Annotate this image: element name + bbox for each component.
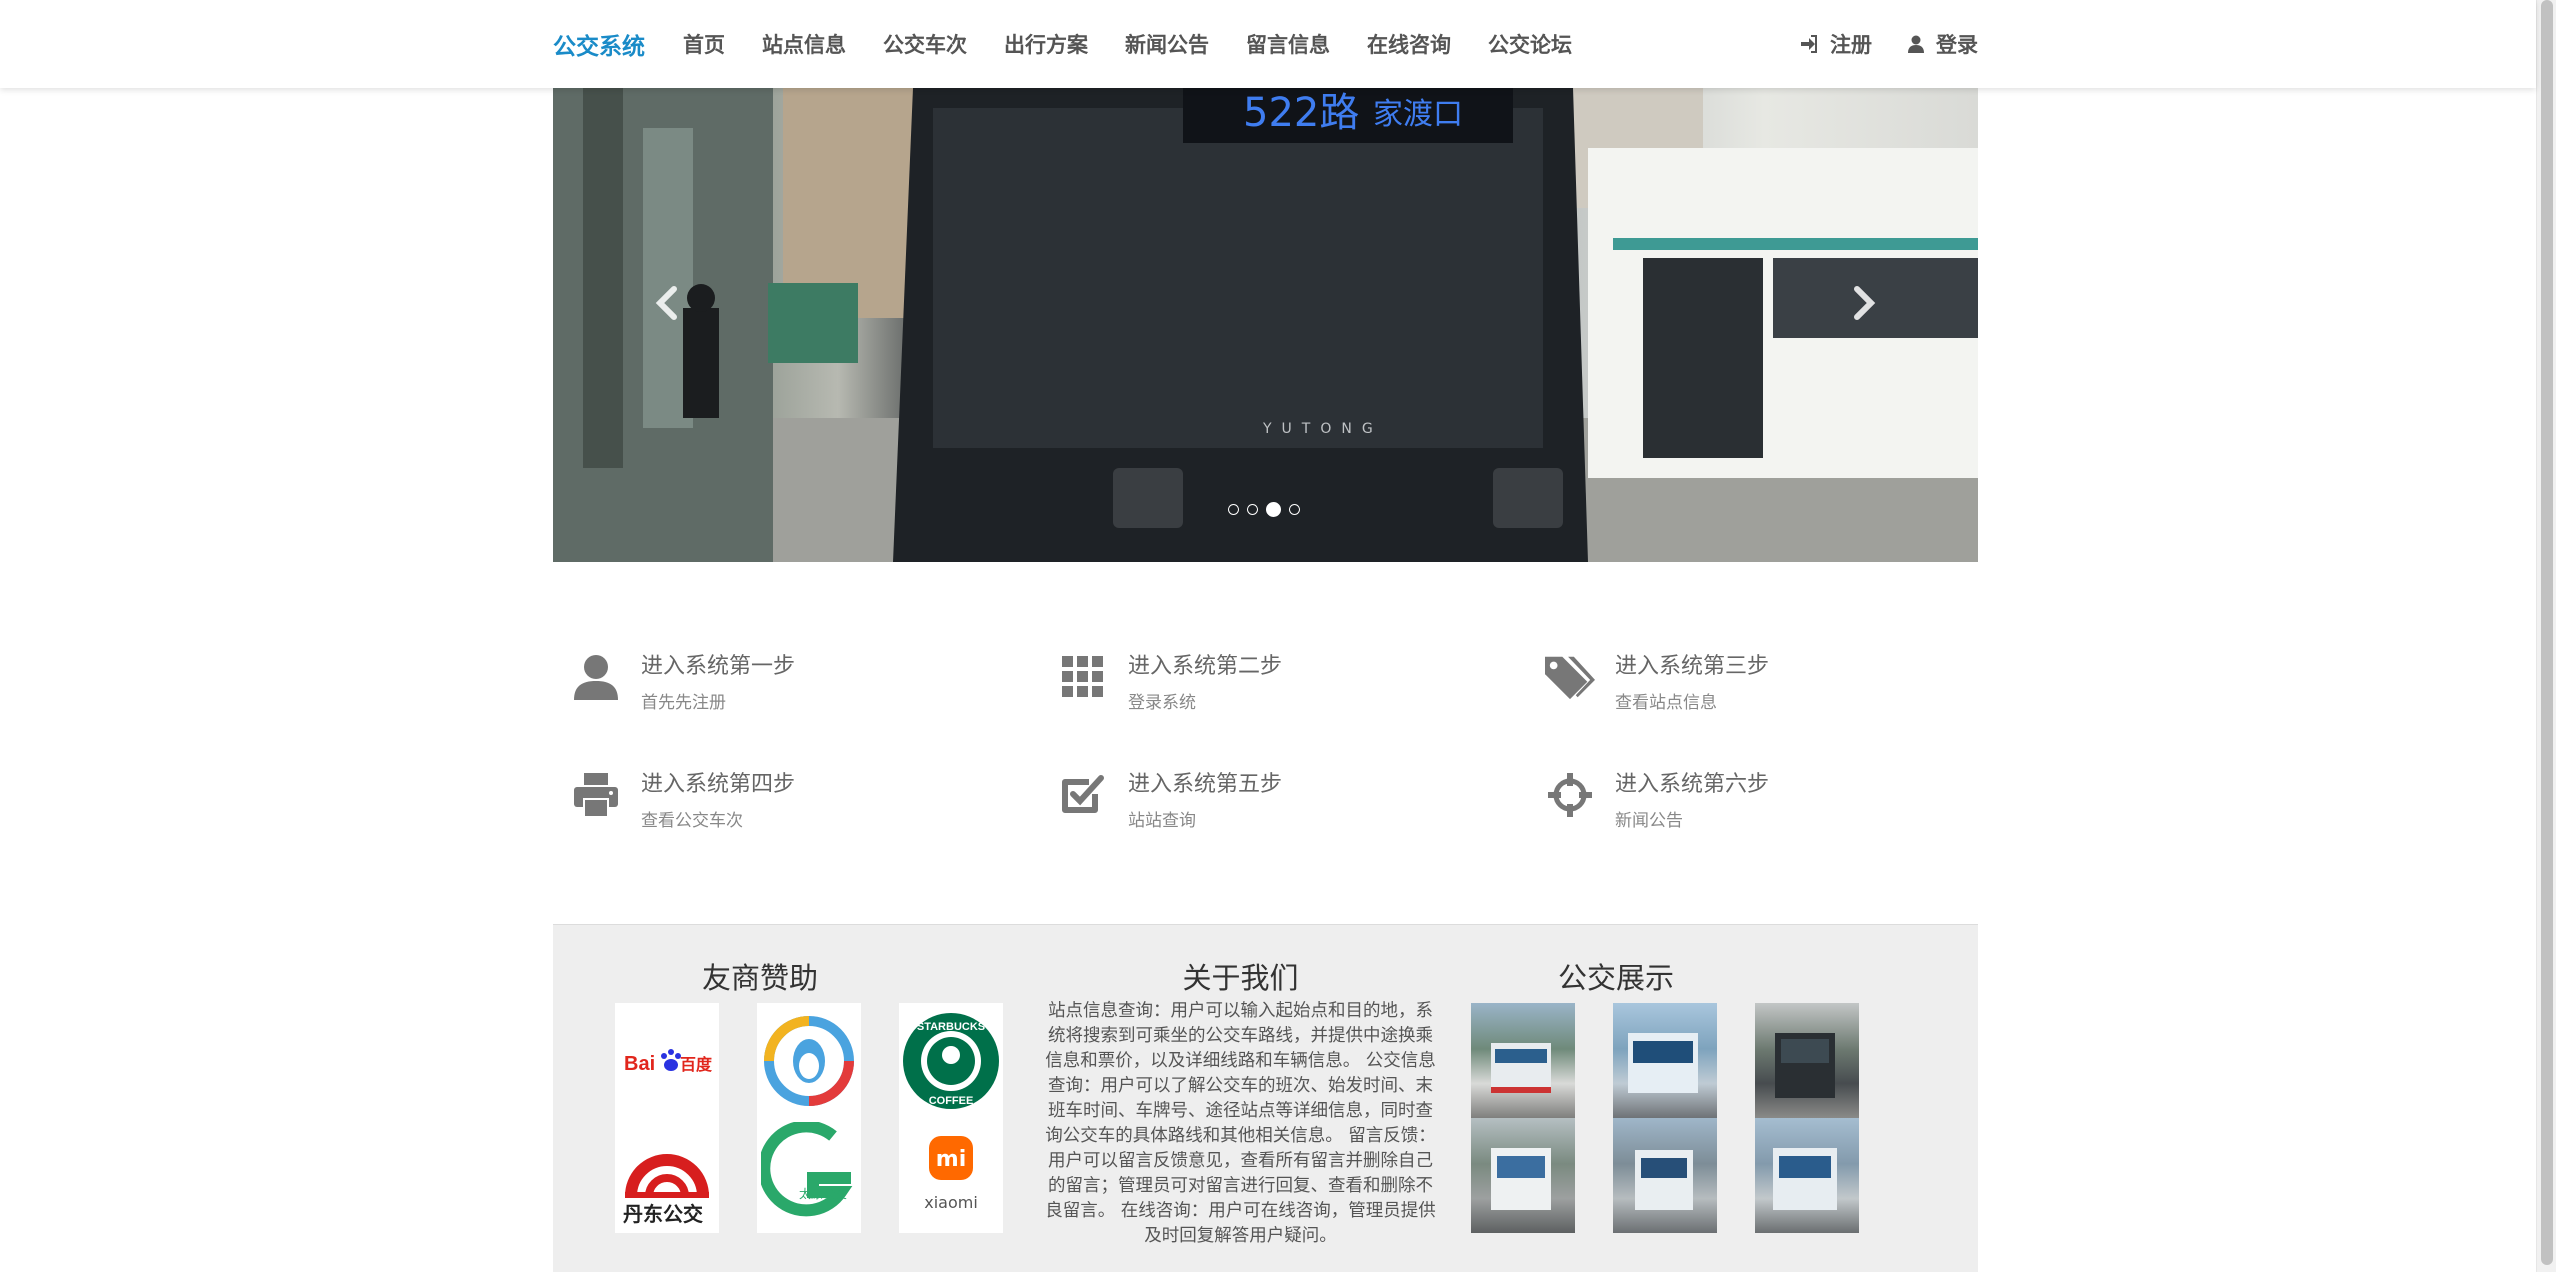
step-2-title: 进入系统第二步 <box>1128 654 1283 679</box>
showcase-thumbnail[interactable] <box>1471 1003 1575 1118</box>
login-link[interactable]: 登录 <box>1908 29 1978 59</box>
bus-sign-number: 522路 <box>1243 90 1359 136</box>
step-5-title: 进入系统第五步 <box>1128 772 1283 797</box>
carousel-indicator-dot[interactable] <box>1266 502 1281 517</box>
svg-text:Bai: Bai <box>624 1053 655 1075</box>
user-icon <box>1908 35 1924 53</box>
register-link[interactable]: 注册 <box>1800 29 1872 59</box>
nav-bus-trips[interactable]: 公交车次 <box>883 29 967 59</box>
bus-brand-text: YUTONG <box>1262 421 1383 437</box>
top-navbar: 公交系统 首页 站点信息 公交车次 出行方案 新闻公告 留言信息 在线咨询 公交… <box>0 0 2536 88</box>
step-2-sub: 登录系统 <box>1128 693 1196 713</box>
step-4[interactable]: 进入系统第四步 查看公交车次 <box>571 766 991 831</box>
step-2[interactable]: 进入系统第二步 登录系统 <box>1058 648 1478 713</box>
step-6-title: 进入系统第六步 <box>1615 772 1770 797</box>
navbar-inner: 公交系统 首页 站点信息 公交车次 出行方案 新闻公告 留言信息 在线咨询 公交… <box>553 0 1978 88</box>
page-scrollbar[interactable] <box>2536 0 2556 1272</box>
step-3[interactable]: 进入系统第三步 查看站点信息 <box>1545 648 1965 713</box>
checkbox-icon <box>1062 775 1104 813</box>
dandong-bus-logo[interactable]: 丹东公交 <box>615 1118 719 1233</box>
carousel-prev-icon[interactable] <box>648 283 688 323</box>
qq-logo[interactable] <box>757 1003 861 1118</box>
nav-news[interactable]: 新闻公告 <box>1125 29 1209 59</box>
showcase-thumbnail[interactable] <box>1613 1118 1717 1233</box>
showcase-title: 公交展示 <box>1557 961 1674 995</box>
user-icon <box>574 655 618 700</box>
step-1-sub: 首先先注册 <box>641 693 726 713</box>
nav-stations[interactable]: 站点信息 <box>762 29 846 59</box>
sponsor-column-3: STARBUCKS COFFEE mi xiaomi <box>899 1003 1003 1233</box>
step-4-title: 进入系统第四步 <box>641 772 796 797</box>
svg-text:丹东公交: 丹东公交 <box>623 1202 703 1226</box>
step-3-title: 进入系统第三步 <box>1615 654 1770 679</box>
showcase-thumbnail[interactable] <box>1471 1118 1575 1233</box>
taiyuan-bus-logo[interactable]: 太原公交 <box>757 1118 861 1233</box>
bus-sign-destination: 家渡口 <box>1373 97 1463 132</box>
step-5-sub: 站站查询 <box>1128 811 1196 831</box>
showcase-thumbnail[interactable] <box>1613 1003 1717 1118</box>
starbucks-logo[interactable]: STARBUCKS COFFEE <box>899 1003 1003 1118</box>
register-label: 注册 <box>1830 33 1872 57</box>
step-1-title: 进入系统第一步 <box>641 654 796 679</box>
step-6-sub: 新闻公告 <box>1615 811 1683 831</box>
tags-icon <box>1545 656 1595 700</box>
svg-text:xiaomi: xiaomi <box>924 1193 978 1212</box>
printer-icon <box>574 773 618 817</box>
step-4-sub: 查看公交车次 <box>641 811 743 831</box>
brand-link[interactable]: 公交系统 <box>553 27 645 61</box>
svg-text:STARBUCKS: STARBUCKS <box>917 1021 985 1033</box>
hero-carousel[interactable]: 522路 家渡口 YUTONG <box>553 88 1978 562</box>
carousel-indicator-dot[interactable] <box>1289 504 1300 515</box>
showcase-thumbnail[interactable] <box>1755 1003 1859 1118</box>
footer: 友商赞助 关于我们 公交展示 Bai 百度 丹东公交 太原公交 STARBUCK… <box>553 924 1978 1272</box>
login-label: 登录 <box>1936 33 1978 57</box>
svg-text:太原公交: 太原公交 <box>799 1186 847 1201</box>
carousel-indicator-dot[interactable] <box>1228 504 1239 515</box>
about-text: 站点信息查询：用户可以输入起始点和目的地，系统将搜索到可乘坐的公交车路线，并提供… <box>1045 1001 1436 1246</box>
showcase-thumbnail[interactable] <box>1755 1118 1859 1233</box>
sign-in-icon <box>1801 35 1817 53</box>
step-3-sub: 查看站点信息 <box>1615 693 1717 713</box>
nav-consult[interactable]: 在线咨询 <box>1367 29 1451 59</box>
carousel-indicator-dot[interactable] <box>1247 504 1258 515</box>
nav-messages[interactable]: 留言信息 <box>1246 29 1330 59</box>
crosshairs-icon <box>1548 773 1592 817</box>
carousel-indicators <box>1228 502 1308 517</box>
steps-section: 进入系统第一步 首先先注册 进入系统第二步 登录系统 进入系统第三步 查看站点信… <box>553 640 1978 840</box>
step-5[interactable]: 进入系统第五步 站站查询 <box>1058 766 1478 831</box>
grid-icon <box>1062 656 1103 697</box>
xiaomi-logo[interactable]: mi xiaomi <box>899 1118 1003 1233</box>
carousel-image: 522路 家渡口 YUTONG <box>553 88 1978 562</box>
sponsors-title: 友商赞助 <box>701 961 818 995</box>
svg-text:COFFEE: COFFEE <box>929 1095 974 1107</box>
carousel-next-icon[interactable] <box>1843 283 1883 323</box>
sponsor-column-1: Bai 百度 丹东公交 <box>615 1003 719 1233</box>
sponsor-column-2: 太原公交 <box>757 1003 861 1233</box>
nav-home[interactable]: 首页 <box>683 29 725 59</box>
nav-forum[interactable]: 公交论坛 <box>1488 29 1572 59</box>
scrollbar-thumb[interactable] <box>2541 0 2553 1265</box>
svg-text:mi: mi <box>936 1147 966 1172</box>
step-1[interactable]: 进入系统第一步 首先先注册 <box>571 648 991 713</box>
about-title: 关于我们 <box>1182 961 1299 995</box>
nav-travel-plan[interactable]: 出行方案 <box>1004 29 1088 59</box>
svg-text:百度: 百度 <box>680 1055 712 1074</box>
step-6[interactable]: 进入系统第六步 新闻公告 <box>1545 766 1965 831</box>
baidu-logo[interactable]: Bai 百度 <box>615 1003 719 1118</box>
nav-auth: 注册 登录 <box>1764 29 1978 59</box>
